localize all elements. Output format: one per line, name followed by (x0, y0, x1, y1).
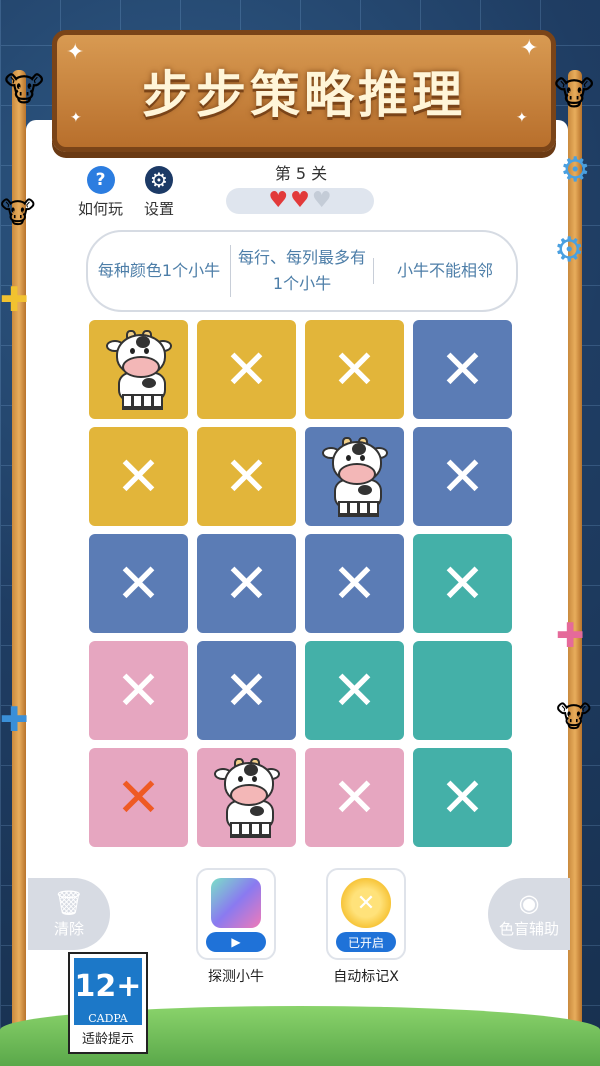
grid-cell-r5-c4[interactable]: ✕ (413, 748, 512, 847)
error-x-mark-icon: ✕ (115, 765, 162, 829)
grid-cell-r1-c2[interactable]: ✕ (197, 320, 296, 419)
sparkle-icon: ✦ (70, 110, 82, 126)
grid-cell-r3-c2[interactable]: ✕ (197, 534, 296, 633)
trash-icon: 🗑 (53, 888, 85, 917)
magic-wand-icon (211, 878, 261, 928)
clear-button[interactable]: 🗑 清除 (28, 878, 110, 950)
age-rating-org: CADPA (74, 1012, 142, 1025)
x-mark-icon: ✕ (115, 658, 162, 722)
question-icon: ? (86, 166, 115, 194)
puzzle-decoration-icon: ✚ (0, 280, 29, 320)
game-title: 步步策略推理 (142, 66, 466, 124)
x-mark-icon: ✕ (439, 765, 486, 829)
lightbulb-icon: ✕ (341, 878, 391, 928)
heart-full-icon: ♥ (268, 188, 289, 213)
gear-decoration-icon: ⚙ (560, 150, 591, 190)
heart-full-icon: ♥ (290, 188, 310, 213)
automark-status: 已开启 (336, 932, 396, 952)
grid-cell-r1-c3[interactable]: ✕ (305, 320, 404, 419)
grid-cell-r1-c1[interactable] (89, 320, 188, 419)
cow-icon (213, 757, 280, 838)
settings-button[interactable]: ⚙ 设置 (144, 166, 174, 219)
grid-cell-r2-c4[interactable]: ✕ (413, 427, 512, 526)
heart-empty-icon: ♥ (311, 188, 332, 213)
grid-cell-r5-c2[interactable] (197, 748, 296, 847)
title-board: 步步策略推理 (52, 30, 556, 152)
sparkle-icon: ✦ (516, 110, 528, 126)
rules-panel: 每种颜色1个小牛 每行、每列最多有1个小牛 小牛不能相邻 (86, 230, 518, 312)
automark-card: ✕ 已开启 (326, 868, 406, 960)
grid-cell-r1-c4[interactable]: ✕ (413, 320, 512, 419)
eye-icon: ◉ (518, 888, 540, 917)
x-mark-icon: ✕ (331, 765, 378, 829)
lives-bar: ♥ ♥ ♥ (226, 188, 374, 214)
video-icon: ▶ (206, 932, 266, 952)
rule-text: 小牛不能相邻 (373, 258, 516, 284)
x-mark-icon: ✕ (439, 337, 486, 401)
gear-icon: ⚙ (145, 166, 173, 194)
grid-cell-r4-c1[interactable]: ✕ (89, 641, 188, 740)
detect-cow-button[interactable]: ▶ 探测小牛 (196, 868, 276, 986)
auto-mark-button[interactable]: ✕ 已开启 自动标记X (326, 868, 406, 986)
x-mark-icon: ✕ (223, 337, 270, 401)
age-rating-tip: 适龄提示 (81, 1032, 134, 1047)
x-mark-icon: ✕ (223, 444, 270, 508)
cow-head-decoration-icon: 🐮 (554, 74, 595, 114)
puzzle-grid: ✕ ✕ ✕ ✕ ✕ ✕ ✕ ✕ ✕ ✕ ✕ ✕ ✕ ✕ ✕ ✕ (89, 320, 512, 848)
wood-frame-right (568, 70, 582, 1036)
puzzle-decoration-icon: ✚ (556, 616, 585, 656)
x-mark-icon: ✕ (331, 337, 378, 401)
grid-cell-r4-c3[interactable]: ✕ (305, 641, 404, 740)
puzzle-decoration-icon: ✚ (0, 700, 29, 740)
cow-head-decoration-icon: 🐮 (556, 700, 592, 735)
cow-head-decoration-icon: 🐮 (0, 196, 36, 231)
grid-cell-r3-c3[interactable]: ✕ (305, 534, 404, 633)
age-rating-badge: 12+ CADPA 适龄提示 (68, 952, 148, 1054)
x-mark-icon: ✕ (439, 444, 486, 508)
x-mark-icon: ✕ (223, 551, 270, 615)
x-mark-icon: ✕ (223, 658, 270, 722)
help-button[interactable]: ? 如何玩 (78, 166, 123, 219)
sparkle-icon: ✦ (520, 36, 539, 61)
x-mark-icon: ✕ (115, 551, 162, 615)
grid-cell-r4-c2[interactable]: ✕ (197, 641, 296, 740)
rule-text: 每种颜色1个小牛 (97, 261, 221, 280)
colorblind-label: 色盲辅助 (498, 919, 559, 938)
automark-label: 自动标记X (333, 969, 399, 985)
cow-icon (321, 436, 388, 517)
colorblind-button[interactable]: ◉ 色盲辅助 (488, 878, 570, 950)
grid-cell-r2-c1[interactable]: ✕ (89, 427, 188, 526)
grid-cell-r3-c1[interactable]: ✕ (89, 534, 188, 633)
clear-label: 清除 (53, 919, 84, 938)
grid-cell-r3-c4[interactable]: ✕ (413, 534, 512, 633)
grid-cell-r5-c1[interactable]: ✕ (89, 748, 188, 847)
detect-label: 探测小牛 (208, 969, 264, 985)
settings-label: 设置 (144, 200, 175, 218)
gear-decoration-icon: ⚙ (554, 230, 585, 270)
grid-cell-r2-c2[interactable]: ✕ (197, 427, 296, 526)
grid-cell-r4-c4[interactable] (413, 641, 512, 740)
sparkle-icon: ✦ (66, 40, 85, 65)
x-mark-icon: ✕ (331, 551, 378, 615)
x-mark-icon: ✕ (115, 444, 162, 508)
cow-head-decoration-icon: 🐮 (4, 70, 45, 110)
x-mark-icon: ✕ (439, 551, 486, 615)
level-indicator: 第 5 关 (274, 164, 328, 183)
help-label: 如何玩 (78, 200, 124, 218)
grid-cell-r5-c3[interactable]: ✕ (305, 748, 404, 847)
rule-text: 每行、每列最多有1个小牛 (230, 245, 373, 297)
detect-card: ▶ (196, 868, 276, 960)
cow-icon (105, 329, 172, 410)
age-rating: 12+ (74, 958, 142, 1014)
grid-cell-r2-c3[interactable] (305, 427, 404, 526)
x-mark-icon: ✕ (331, 658, 378, 722)
